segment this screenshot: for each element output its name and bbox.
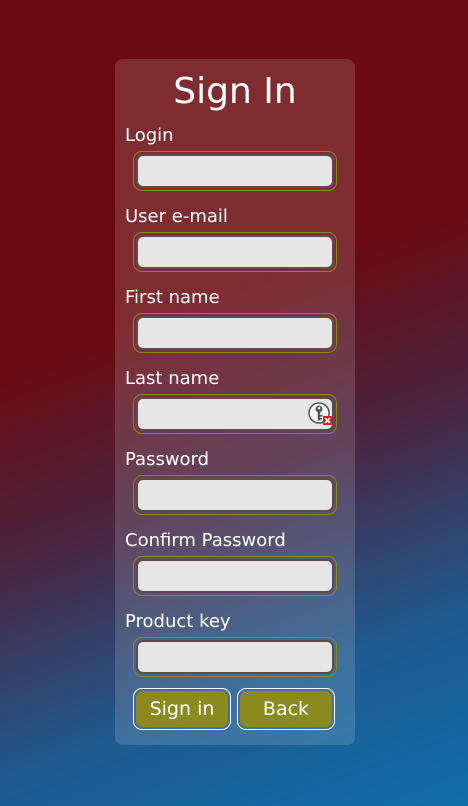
page-title: Sign In bbox=[173, 71, 297, 112]
sign-in-button-label: Sign in bbox=[136, 691, 228, 727]
password-input[interactable] bbox=[136, 478, 334, 512]
email-label: User e-mail bbox=[125, 206, 228, 227]
product-key-field: Product key bbox=[125, 611, 345, 677]
login-field: Login bbox=[125, 125, 345, 191]
email-input[interactable] bbox=[136, 235, 334, 269]
confirm-password-field: Confirm Password bbox=[125, 530, 345, 596]
last-name-field: Last name bbox=[125, 368, 345, 434]
sign-in-card: Sign In Login User e-mail First name Las… bbox=[115, 59, 355, 745]
confirm-password-input[interactable] bbox=[136, 559, 334, 593]
back-button-label: Back bbox=[240, 691, 332, 727]
last-name-input-frame bbox=[133, 394, 337, 434]
password-label: Password bbox=[125, 449, 210, 470]
product-key-input[interactable] bbox=[136, 640, 334, 674]
confirm-password-label: Confirm Password bbox=[125, 530, 286, 551]
password-field: Password bbox=[125, 449, 345, 515]
last-name-label: Last name bbox=[125, 368, 220, 389]
login-label: Login bbox=[125, 125, 174, 146]
button-row: Sign in Back bbox=[133, 688, 337, 730]
product-key-input-frame bbox=[133, 637, 337, 677]
product-key-label: Product key bbox=[125, 611, 231, 632]
first-name-field: First name bbox=[125, 287, 345, 353]
confirm-password-input-frame bbox=[133, 556, 337, 596]
key-with-red-x-icon[interactable] bbox=[308, 402, 332, 426]
email-input-frame bbox=[133, 232, 337, 272]
first-name-label: First name bbox=[125, 287, 220, 308]
first-name-input[interactable] bbox=[136, 316, 334, 350]
sign-in-button[interactable]: Sign in bbox=[133, 688, 231, 730]
email-field: User e-mail bbox=[125, 206, 345, 272]
login-input[interactable] bbox=[136, 154, 334, 188]
password-input-frame bbox=[133, 475, 337, 515]
last-name-input[interactable] bbox=[136, 397, 334, 431]
back-button[interactable]: Back bbox=[237, 688, 335, 730]
first-name-input-frame bbox=[133, 313, 337, 353]
login-input-frame bbox=[133, 151, 337, 191]
